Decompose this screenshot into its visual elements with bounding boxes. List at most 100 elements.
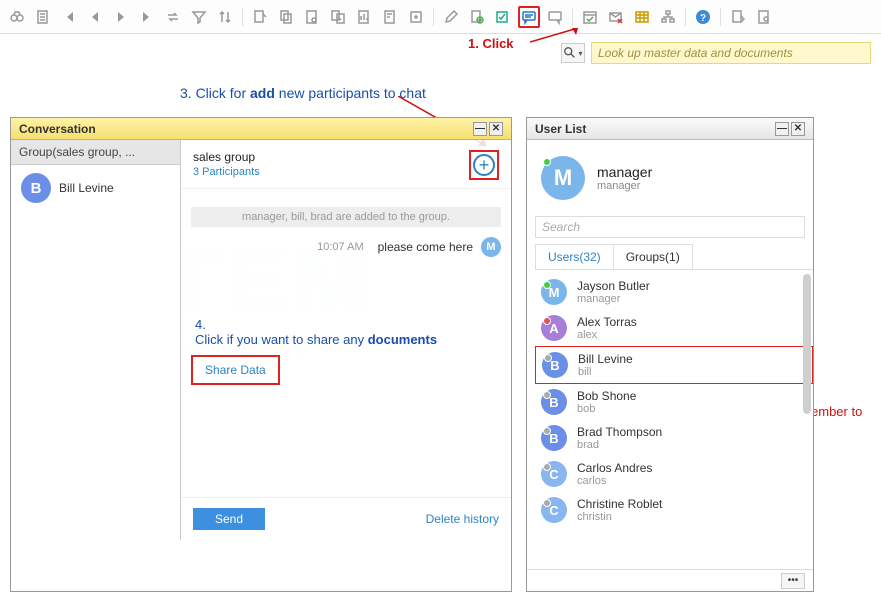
- user-name: Bob Shone: [577, 389, 636, 403]
- group-name: sales group: [193, 150, 260, 164]
- userlist-panel: User List — ✕ M manager manager Search U…: [526, 117, 814, 592]
- avatar-initial: C: [549, 467, 558, 482]
- avatar-initial: A: [549, 321, 558, 336]
- help-icon[interactable]: ?: [692, 6, 714, 28]
- search-row: ▾ Look up master data and documents: [0, 34, 881, 72]
- tab-groups[interactable]: Groups(1): [613, 244, 693, 270]
- edit-icon[interactable]: [440, 6, 462, 28]
- user-row[interactable]: B Bill Levine bill: [535, 346, 813, 384]
- message-row: 10:07 AM please come here M: [191, 237, 501, 257]
- scrollbar-thumb[interactable]: [803, 274, 811, 414]
- user-handle: manager: [577, 293, 650, 305]
- loop-icon[interactable]: [162, 6, 184, 28]
- separator: [720, 8, 721, 26]
- avatar-initial: M: [554, 165, 572, 191]
- conversation-panel: Conversation — ✕ Group(sales group, ... …: [10, 117, 512, 592]
- status-indicator: [543, 317, 551, 325]
- user-name: Carlos Andres: [577, 461, 652, 475]
- more-button[interactable]: •••: [781, 573, 805, 589]
- query-icon[interactable]: [405, 6, 427, 28]
- status-indicator: [543, 463, 551, 471]
- delete-history-link[interactable]: Delete history: [426, 512, 499, 526]
- add-participant-button[interactable]: +: [469, 150, 499, 180]
- group-tab[interactable]: Group(sales group, ...: [11, 140, 180, 165]
- calendar-check-icon[interactable]: [579, 6, 601, 28]
- filter-icon[interactable]: [188, 6, 210, 28]
- user-handle: bob: [577, 403, 636, 415]
- binoculars-icon[interactable]: [6, 6, 28, 28]
- userlist-titlebar: User List — ✕: [527, 118, 813, 140]
- grid-icon[interactable]: [631, 6, 653, 28]
- message-time: 10:07 AM: [317, 241, 363, 253]
- nav-first-icon[interactable]: [58, 6, 80, 28]
- share-data-button[interactable]: Share Data: [191, 355, 280, 385]
- user-handle: alex: [577, 329, 637, 341]
- nav-last-icon[interactable]: [136, 6, 158, 28]
- link-doc-icon[interactable]: [327, 6, 349, 28]
- status-indicator: [543, 281, 551, 289]
- minimize-button[interactable]: —: [473, 122, 487, 136]
- conversation-title: Conversation: [19, 122, 96, 136]
- global-search-input[interactable]: Look up master data and documents: [591, 42, 871, 64]
- search-dropdown-button[interactable]: ▾: [561, 43, 585, 63]
- chat-icon[interactable]: [518, 6, 540, 28]
- separator: [242, 8, 243, 26]
- user-avatar: B: [541, 389, 567, 415]
- user-row[interactable]: B Brad Thompson brad: [535, 420, 813, 456]
- separator: [685, 8, 686, 26]
- userlist-title: User List: [535, 122, 586, 136]
- nav-prev-icon[interactable]: [84, 6, 106, 28]
- settings-doc-icon[interactable]: [753, 6, 775, 28]
- template-icon[interactable]: [301, 6, 323, 28]
- document-icon[interactable]: [32, 6, 54, 28]
- profile-role: manager: [597, 180, 652, 192]
- user-row[interactable]: C Christine Roblet christin: [535, 492, 813, 528]
- user-handle: brad: [577, 439, 662, 451]
- status-indicator: [543, 158, 551, 166]
- avatar-initial: B: [549, 431, 558, 446]
- conversation-main: sales group 3 Participants + manager, bi…: [181, 140, 511, 540]
- user-row[interactable]: C Carlos Andres carlos: [535, 456, 813, 492]
- separator: [572, 8, 573, 26]
- minimize-button[interactable]: —: [775, 122, 789, 136]
- current-user-profile: M manager manager: [527, 140, 813, 216]
- user-row[interactable]: M Jayson Butler manager: [535, 274, 813, 310]
- new-doc-icon[interactable]: [249, 6, 271, 28]
- user-avatar: A: [541, 315, 567, 341]
- user-name: Jayson Butler: [577, 279, 650, 293]
- userlist-footer: •••: [527, 569, 813, 591]
- copy-doc-icon[interactable]: [275, 6, 297, 28]
- annotation-text: Click if you want to share any: [195, 332, 368, 347]
- hierarchy-icon[interactable]: [657, 6, 679, 28]
- user-handle: christin: [577, 511, 662, 523]
- plus-icon: +: [473, 154, 495, 176]
- participant-count[interactable]: 3 Participants: [193, 166, 260, 178]
- avatar: B: [21, 173, 51, 203]
- approve-icon[interactable]: [492, 6, 514, 28]
- sort-icon[interactable]: [214, 6, 236, 28]
- status-indicator: [543, 499, 551, 507]
- mail-delete-icon[interactable]: [605, 6, 627, 28]
- message-avatar: M: [481, 237, 501, 257]
- add-page-icon[interactable]: [466, 6, 488, 28]
- send-button[interactable]: Send: [193, 508, 265, 530]
- nav-next-icon[interactable]: [110, 6, 132, 28]
- user-row[interactable]: A Alex Torras alex: [535, 310, 813, 346]
- close-button[interactable]: ✕: [791, 122, 805, 136]
- close-button[interactable]: ✕: [489, 122, 503, 136]
- tab-users[interactable]: Users(32): [535, 244, 614, 270]
- user-search-input[interactable]: Search: [535, 216, 805, 238]
- participant-row[interactable]: B Bill Levine: [11, 165, 180, 211]
- avatar-initial: C: [549, 503, 558, 518]
- comment-icon[interactable]: [544, 6, 566, 28]
- avatar-initial: B: [550, 358, 559, 373]
- export-icon[interactable]: [727, 6, 749, 28]
- user-name: Bill Levine: [578, 352, 633, 366]
- separator: [433, 8, 434, 26]
- form-icon[interactable]: [379, 6, 401, 28]
- annotation-bold: documents: [368, 332, 437, 347]
- system-message: manager, bill, brad are added to the gro…: [191, 207, 501, 227]
- chart-doc-icon[interactable]: [353, 6, 375, 28]
- user-row[interactable]: B Bob Shone bob: [535, 384, 813, 420]
- user-handle: carlos: [577, 475, 652, 487]
